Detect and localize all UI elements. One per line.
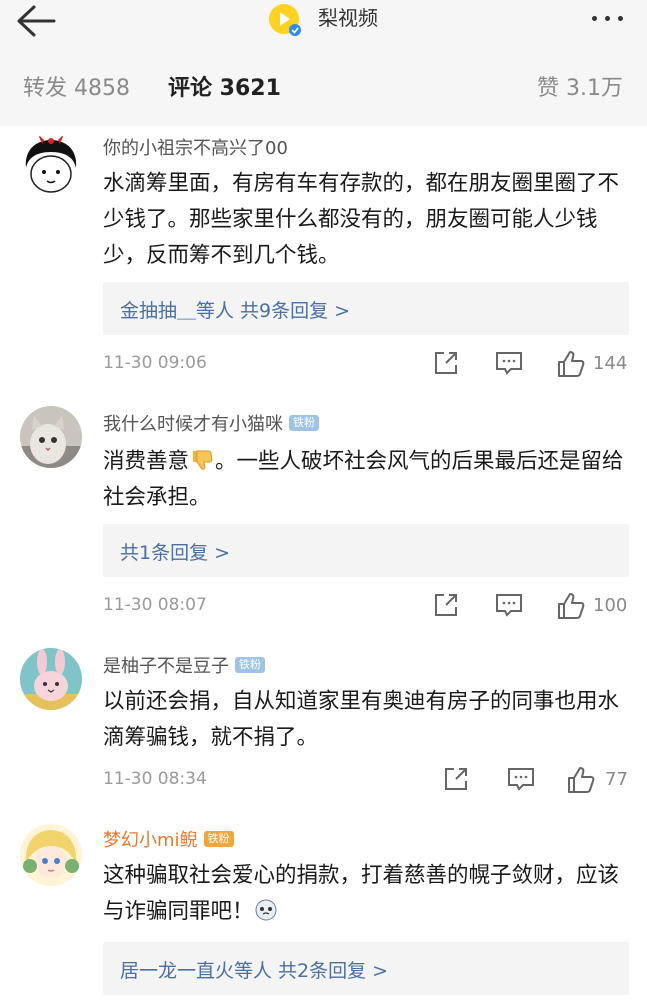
tab-comment[interactable]: 评论 3621 — [168, 74, 281, 104]
comment-icon[interactable] — [507, 766, 535, 792]
comment-time: 11-30 09:06 — [103, 353, 207, 373]
reply-summary-text[interactable]: 金抽抽＿等人 共9条回复 > — [120, 296, 350, 323]
emoji-face-icon — [254, 897, 280, 921]
page-title: 梨视频 — [318, 6, 378, 30]
like-count: 100 — [593, 595, 628, 616]
reply-summary-text[interactable]: 共1条回复 > — [120, 538, 230, 565]
top-bar: 梨视频 — [0, 0, 647, 50]
comment-text-start: 消费善意 — [103, 449, 190, 474]
comment-text: 以前还会捐，自从知道家里有奥迪有房子的同事也用水滴筹骗钱，就不捐了。 — [103, 689, 620, 750]
comment-meta: 11-30 08:07 100 — [103, 592, 629, 622]
reply-summary[interactable]: 居一龙一直火等人 共2条回复 > — [103, 942, 629, 995]
pear-video-logo-icon — [267, 2, 303, 38]
like-icon[interactable] — [557, 350, 585, 378]
comment-time: 11-30 08:34 — [103, 769, 207, 789]
tab-like[interactable]: 赞 3.1万 — [537, 74, 623, 104]
share-icon[interactable] — [443, 766, 469, 792]
comment-username[interactable]: 我什么时候才有小猫咪 铁粉 — [103, 410, 319, 436]
fan-badge: 铁粉 — [289, 415, 319, 431]
comment-text: 消费善意 。一些人破坏社会风气的后果最后还是留给社会承担。 — [103, 444, 633, 516]
comment-meta: 11-30 09:06 144 — [103, 350, 629, 380]
avatar[interactable] — [20, 406, 82, 468]
comment-time: 11-30 08:07 — [103, 595, 207, 615]
comment-username-text[interactable]: 梦幻小mi鲵 — [103, 830, 198, 851]
tab-bar: 转发 4858 评论 3621 赞 3.1万 — [0, 50, 647, 126]
share-icon[interactable] — [433, 592, 459, 618]
avatar[interactable] — [20, 824, 82, 886]
comment-item: 你的小祖宗不高兴了00 水滴筹里面，有房有车有存款的，都在朋友圈里圈了不少钱了。… — [0, 126, 647, 396]
comment-item: 梦幻小mi鲵 铁粉 这种骗取社会爱心的捐款，打着慈善的幌子敛财，应该与诈骗同罪吧！… — [0, 808, 647, 1000]
reply-summary-text[interactable]: 居一龙一直火等人 共2条回复 > — [120, 956, 388, 983]
comment-username[interactable]: 梦幻小mi鲵 铁粉 — [103, 826, 234, 852]
comment-meta: 11-30 08:34 77 — [103, 766, 629, 796]
like-icon[interactable] — [557, 592, 585, 620]
comment-icon[interactable] — [495, 592, 523, 618]
comment-text: 水滴筹里面，有房有车有存款的，都在朋友圈里圈了不少钱了。那些家里什么都没有的，朋… — [103, 171, 620, 268]
comment-username-text[interactable]: 是柚子不是豆子 — [103, 656, 229, 677]
avatar[interactable] — [20, 648, 82, 710]
comment-username-text[interactable]: 我什么时候才有小猫咪 — [103, 414, 283, 435]
comment-text: 这种骗取社会爱心的捐款，打着慈善的幌子敛财，应该与诈骗同罪吧！ — [103, 858, 633, 930]
more-dots-icon[interactable] — [588, 8, 628, 28]
fan-badge: 铁粉 — [235, 657, 265, 673]
comment-text-body: 这种骗取社会爱心的捐款，打着慈善的幌子敛财，应该与诈骗同罪吧！ — [103, 863, 620, 924]
share-icon[interactable] — [433, 350, 459, 376]
reply-summary[interactable]: 金抽抽＿等人 共9条回复 > — [103, 282, 629, 335]
comment-username[interactable]: 你的小祖宗不高兴了00 — [103, 134, 288, 160]
back-arrow-icon[interactable] — [14, 4, 58, 44]
like-count: 144 — [593, 353, 628, 374]
reply-summary[interactable]: 共1条回复 > — [103, 524, 629, 577]
like-count: 77 — [605, 769, 628, 790]
comment-item: 我什么时候才有小猫咪 铁粉 消费善意 。一些人破坏社会风气的后果最后还是留给社会承担… — [0, 396, 647, 636]
like-icon[interactable] — [567, 766, 595, 794]
fan-badge: 铁粉 — [203, 831, 234, 847]
comment-item: 是柚子不是豆子 铁粉 以前还会捐，自从知道家里有奥迪有房子的同事也用水滴筹骗钱，就… — [0, 636, 647, 808]
avatar[interactable] — [20, 134, 82, 196]
thumbs-down-emoji-icon — [189, 447, 215, 470]
comment-icon[interactable] — [495, 350, 523, 376]
tab-repost[interactable]: 转发 4858 — [23, 74, 130, 104]
comment-username[interactable]: 是柚子不是豆子 铁粉 — [103, 652, 265, 678]
